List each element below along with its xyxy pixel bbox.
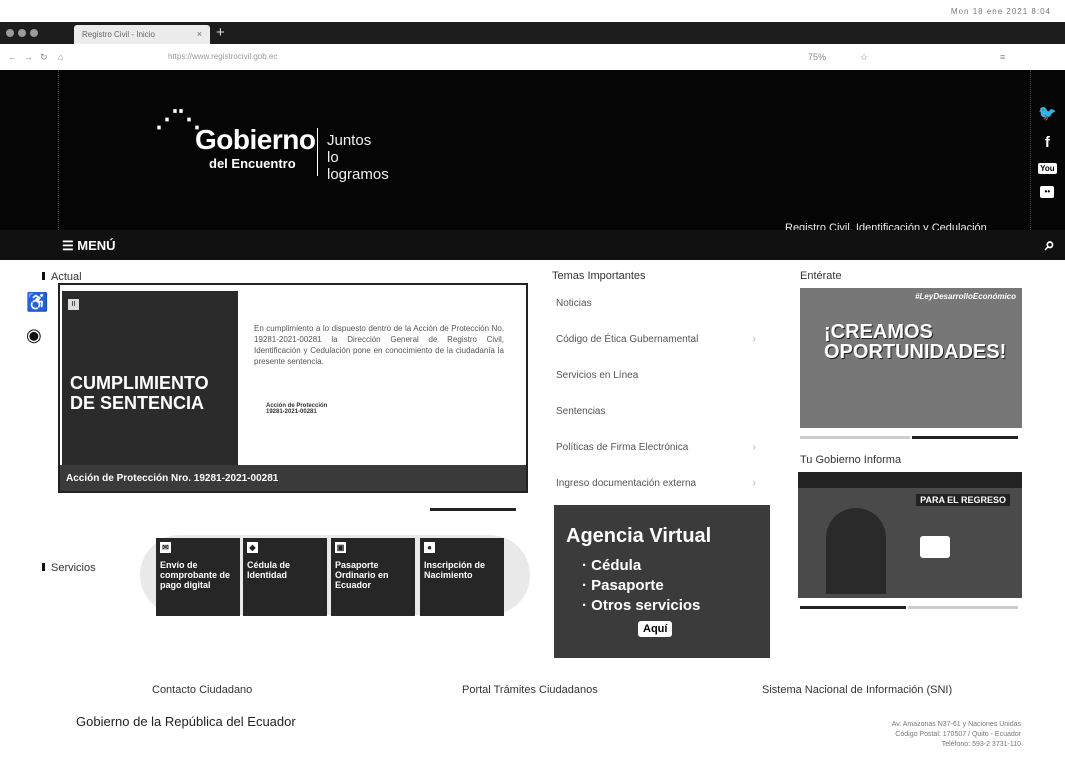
- person-image: [826, 508, 886, 594]
- agencia-item: · Otros servicios: [582, 597, 701, 614]
- browser-tab[interactable]: Registro Civil - Inicio ×: [74, 25, 210, 44]
- home-icon[interactable]: ⌂: [58, 52, 63, 62]
- search-icon[interactable]: ⌕: [1045, 234, 1055, 255]
- agencia-virtual-banner[interactable]: Agencia Virtual · Cédula · Pasaporte · O…: [554, 505, 770, 658]
- enterate-banner[interactable]: #LeyDesarrolloEconómico ¡CREAMOS OPORTUN…: [800, 288, 1022, 428]
- service-card-pago[interactable]: ✉ Envío de comprobante de pago digital: [156, 538, 240, 616]
- slogan: Juntos lo logramos: [327, 132, 389, 183]
- tab-bar: Registro Civil - Inicio × +: [0, 22, 1065, 44]
- system-bar: Mon 18 ene 2021 8:04: [0, 0, 1065, 22]
- enterate-label: Entérate: [800, 270, 842, 282]
- service-card-pasaporte[interactable]: ▣ Pasaporte Ordinario en Ecuador: [331, 538, 415, 616]
- new-tab-icon[interactable]: +: [216, 24, 225, 41]
- system-status-text: Mon 18 ene 2021 8:04: [950, 7, 1051, 16]
- user-icon: ◆: [247, 542, 258, 553]
- informa-caption: PARA EL REGRESO: [916, 494, 1010, 506]
- carousel-indicator[interactable]: [430, 508, 516, 511]
- site-header: ⋰⋱ Gobierno del Encuentro Juntos lo logr…: [0, 70, 1065, 260]
- play-icon: [920, 536, 950, 558]
- eye-icon[interactable]: ◉: [26, 325, 48, 346]
- logo-rays-icon: ⋰⋱: [155, 106, 201, 133]
- servicios-label: Servicios: [42, 562, 96, 574]
- tema-item[interactable]: Código de Ética Gubernamental ›: [556, 334, 756, 370]
- window-controls[interactable]: [6, 29, 38, 37]
- carousel-text: En cumplimiento a lo dispuesto dentro de…: [254, 324, 504, 366]
- forward-icon[interactable]: →: [24, 52, 33, 62]
- reload-icon[interactable]: ↻: [40, 52, 48, 63]
- enterate-headline: ¡CREAMOS OPORTUNIDADES!: [824, 321, 1007, 363]
- footer-address: Av. Amazonas N37-61 y Naciones Unidas Có…: [891, 721, 1021, 748]
- agencia-title: Agencia Virtual: [566, 525, 712, 547]
- enterate-indicator-active[interactable]: [912, 436, 1018, 439]
- baby-icon: ●: [424, 542, 435, 553]
- service-card-cedula[interactable]: ◆ Cédula de Identidad: [243, 538, 327, 616]
- tab-title: Registro Civil - Inicio: [82, 30, 155, 39]
- bookmark-icon[interactable]: ☆: [860, 52, 868, 63]
- agencia-item: · Cédula: [582, 557, 642, 574]
- close-icon[interactable]: ×: [197, 29, 202, 39]
- enterate-indicator[interactable]: [800, 436, 910, 439]
- logo-main: Gobierno: [195, 124, 316, 155]
- tema-item[interactable]: Sentencias: [556, 406, 756, 442]
- carousel-image: II CUMPLIMIENTO DE SENTENCIA: [62, 291, 238, 471]
- temas-list: Noticias Código de Ética Gubernamental › …: [556, 298, 756, 514]
- extensions-icon[interactable]: ≡: [1000, 52, 1005, 62]
- carousel-headline: CUMPLIMIENTO DE SENTENCIA: [70, 373, 209, 413]
- informa-banner[interactable]: PARA EL REGRESO: [798, 472, 1022, 598]
- menu-button[interactable]: ☰ MENÚ: [62, 238, 116, 254]
- informa-indicator[interactable]: [908, 606, 1018, 609]
- passport-icon: ▣: [335, 542, 346, 553]
- logo-divider: [317, 128, 318, 176]
- service-card-nacimiento[interactable]: ● Inscripción de Nacimiento: [420, 538, 504, 616]
- aqui-button[interactable]: Aquí: [638, 621, 673, 637]
- tema-item[interactable]: Noticias: [556, 298, 756, 334]
- hashtag: #LeyDesarrolloEconómico: [915, 292, 1016, 301]
- youtube-icon[interactable]: You: [1038, 163, 1057, 174]
- accessibility-tools: ♿ ◉: [26, 292, 48, 346]
- agencia-item: · Pasaporte: [582, 577, 664, 594]
- carousel-caption[interactable]: Acción de Protección Nro. 19281-2021-002…: [60, 465, 526, 491]
- twitter-icon[interactable]: 🐦: [1038, 104, 1057, 122]
- accessibility-icon[interactable]: ♿: [26, 292, 48, 313]
- menu-bar: ☰ MENÚ ⌕: [0, 230, 1065, 260]
- url-bar[interactable]: https://www.registrocivil.gob.ec: [168, 52, 277, 61]
- flickr-icon[interactable]: ••: [1040, 186, 1055, 198]
- pause-icon[interactable]: II: [68, 299, 79, 310]
- carousel-document: Acción de Protección 19281-2021-00281: [266, 403, 328, 415]
- footer-link-sni[interactable]: Sistema Nacional de Información (SNI): [762, 684, 952, 696]
- logo-sub: del Encuentro: [209, 156, 296, 171]
- news-carousel[interactable]: II CUMPLIMIENTO DE SENTENCIA En cumplimi…: [58, 283, 528, 493]
- footer-link-tramites[interactable]: Portal Trámites Ciudadanos: [462, 684, 598, 696]
- facebook-icon[interactable]: f: [1045, 134, 1050, 151]
- tema-item[interactable]: Servicios en Línea: [556, 370, 756, 406]
- informa-label: Tu Gobierno Informa: [800, 454, 902, 466]
- back-icon[interactable]: ←: [8, 52, 17, 62]
- actual-label: Actual: [42, 271, 82, 283]
- navigation-bar: ← → ↻ ⌂ https://www.registrocivil.gob.ec…: [0, 44, 1065, 70]
- social-links: 🐦 f You ••: [1038, 104, 1057, 198]
- zoom-level: 75%: [808, 52, 827, 62]
- footer-link-contacto[interactable]: Contacto Ciudadano: [152, 684, 252, 696]
- tema-item[interactable]: Políticas de Firma Electrónica ›: [556, 442, 756, 478]
- informa-indicator-active[interactable]: [800, 606, 906, 609]
- envelope-icon: ✉: [160, 542, 171, 553]
- footer-gov-name: Gobierno de la República del Ecuador: [76, 714, 296, 729]
- temas-label: Temas Importantes: [552, 270, 646, 282]
